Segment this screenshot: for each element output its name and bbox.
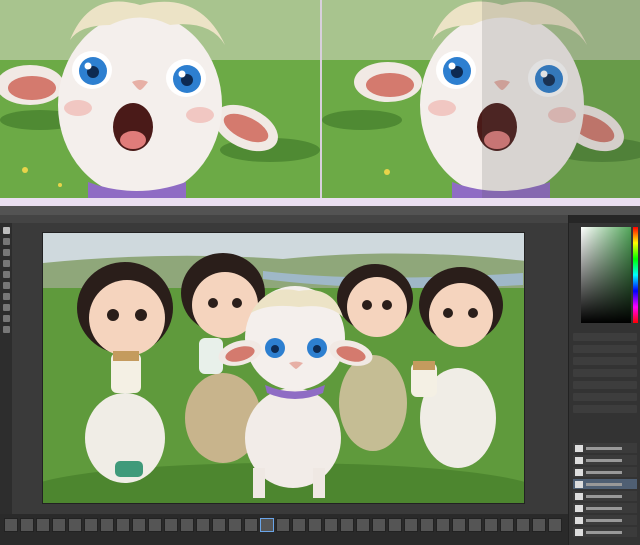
layer-thumbnail bbox=[575, 480, 583, 488]
hand-icon[interactable] bbox=[2, 315, 10, 322]
layer-name bbox=[586, 458, 622, 462]
frame-thumb[interactable] bbox=[308, 518, 322, 532]
after-image bbox=[320, 0, 640, 198]
layer-row[interactable] bbox=[573, 467, 637, 477]
frame-thumb[interactable] bbox=[372, 518, 386, 532]
color-picker[interactable] bbox=[581, 227, 631, 323]
options-bar bbox=[0, 215, 570, 223]
tool-panel bbox=[0, 223, 12, 523]
frame-thumb[interactable] bbox=[452, 518, 466, 532]
frame-thumb[interactable] bbox=[148, 518, 162, 532]
relighting-shade bbox=[482, 0, 640, 198]
layer-thumbnail bbox=[575, 456, 583, 464]
frame-thumb[interactable] bbox=[276, 518, 290, 532]
property-row[interactable] bbox=[573, 393, 637, 401]
frame-thumb[interactable] bbox=[340, 518, 354, 532]
property-row[interactable] bbox=[573, 357, 637, 365]
frame-thumb[interactable] bbox=[132, 518, 146, 532]
layer-row[interactable] bbox=[573, 443, 637, 453]
frame-thumb[interactable] bbox=[388, 518, 402, 532]
property-row[interactable] bbox=[573, 381, 637, 389]
frame-thumb[interactable] bbox=[500, 518, 514, 532]
frame-thumb[interactable] bbox=[484, 518, 498, 532]
frame-thumb[interactable] bbox=[404, 518, 418, 532]
menu-bar bbox=[0, 206, 640, 215]
layer-thumbnail bbox=[575, 528, 583, 536]
lasso-icon[interactable] bbox=[2, 249, 10, 256]
frame-strip bbox=[4, 518, 562, 532]
layer-row[interactable] bbox=[573, 503, 637, 513]
layer-name bbox=[586, 506, 622, 510]
frame-thumb[interactable] bbox=[548, 518, 562, 532]
eraser-icon[interactable] bbox=[2, 282, 10, 289]
gradient-icon[interactable] bbox=[2, 293, 10, 300]
crop-icon[interactable] bbox=[2, 260, 10, 267]
brush-icon[interactable] bbox=[2, 271, 10, 278]
property-row[interactable] bbox=[573, 333, 637, 341]
status-bar bbox=[40, 506, 340, 513]
layers-panel bbox=[573, 443, 637, 539]
frame-thumb[interactable] bbox=[532, 518, 546, 532]
comparison-strip bbox=[0, 0, 640, 198]
hue-slider[interactable] bbox=[633, 227, 638, 323]
frame-thumb[interactable] bbox=[292, 518, 306, 532]
frame-thumb[interactable] bbox=[324, 518, 338, 532]
frame-thumb[interactable] bbox=[20, 518, 34, 532]
layer-name bbox=[586, 518, 622, 522]
layer-name bbox=[586, 470, 622, 474]
frame-thumb[interactable] bbox=[164, 518, 178, 532]
layer-name bbox=[586, 446, 622, 450]
panel-tabs[interactable] bbox=[569, 215, 640, 223]
layer-name bbox=[586, 482, 622, 486]
layer-row[interactable] bbox=[573, 491, 637, 501]
frame-thumb[interactable] bbox=[196, 518, 210, 532]
document-canvas[interactable] bbox=[42, 232, 525, 504]
frame-thumb-selected[interactable] bbox=[260, 518, 274, 532]
layer-name bbox=[586, 530, 622, 534]
frame-thumb[interactable] bbox=[356, 518, 370, 532]
layer-thumbnail bbox=[575, 492, 583, 500]
move-icon[interactable] bbox=[2, 227, 10, 234]
frame-thumb[interactable] bbox=[436, 518, 450, 532]
layer-row-active[interactable] bbox=[573, 479, 637, 489]
right-panels bbox=[568, 215, 640, 545]
frame-thumb[interactable] bbox=[468, 518, 482, 532]
layer-row[interactable] bbox=[573, 515, 637, 525]
frame-thumb[interactable] bbox=[212, 518, 226, 532]
frame-thumb[interactable] bbox=[180, 518, 194, 532]
frame-thumb[interactable] bbox=[100, 518, 114, 532]
marquee-icon[interactable] bbox=[2, 238, 10, 245]
layer-thumbnail bbox=[575, 444, 583, 452]
frame-thumb[interactable] bbox=[116, 518, 130, 532]
image-editor-window bbox=[0, 206, 640, 545]
frame-thumb[interactable] bbox=[4, 518, 18, 532]
frame-thumb[interactable] bbox=[244, 518, 258, 532]
timeline-panel bbox=[0, 514, 570, 545]
frame-thumb[interactable] bbox=[84, 518, 98, 532]
layer-thumbnail bbox=[575, 504, 583, 512]
property-row[interactable] bbox=[573, 345, 637, 353]
frame-thumb[interactable] bbox=[68, 518, 82, 532]
before-image bbox=[0, 0, 320, 198]
property-row[interactable] bbox=[573, 405, 637, 413]
layer-thumbnail bbox=[575, 516, 583, 524]
frame-thumb[interactable] bbox=[52, 518, 66, 532]
layer-thumbnail bbox=[575, 468, 583, 476]
properties-panel bbox=[573, 333, 637, 417]
text-icon[interactable] bbox=[2, 304, 10, 311]
frame-thumb[interactable] bbox=[228, 518, 242, 532]
layer-row[interactable] bbox=[573, 455, 637, 465]
frame-thumb[interactable] bbox=[420, 518, 434, 532]
property-row[interactable] bbox=[573, 369, 637, 377]
divider bbox=[0, 198, 640, 206]
frame-thumb[interactable] bbox=[516, 518, 530, 532]
zoom-icon[interactable] bbox=[2, 326, 10, 333]
layer-name bbox=[586, 494, 622, 498]
frame-thumb[interactable] bbox=[36, 518, 50, 532]
layer-row[interactable] bbox=[573, 527, 637, 537]
